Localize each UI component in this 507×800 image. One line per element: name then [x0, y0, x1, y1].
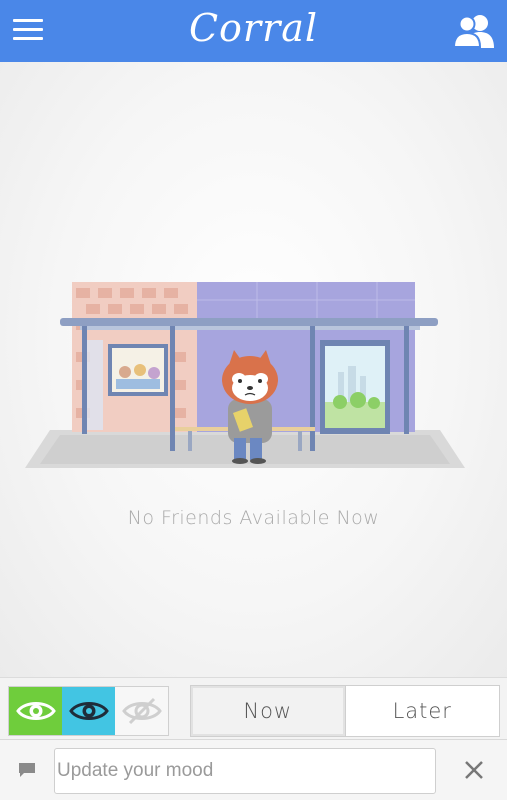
friends-icon[interactable] [453, 13, 495, 49]
filter-bar: Now Later [0, 677, 507, 739]
tab-later[interactable]: Later [346, 686, 500, 736]
friends-list-area: No Friends Available Now [0, 62, 507, 677]
visibility-filter-group [8, 686, 169, 736]
bus-stop-red-panda-illustration [25, 282, 465, 468]
eye-icon [68, 702, 109, 720]
app-logo: Corral [188, 6, 319, 50]
no-friends-message: No Friends Available Now [127, 507, 380, 529]
visibility-visible-blue-button[interactable] [62, 687, 115, 735]
chat-bubble-icon [19, 763, 35, 777]
visibility-visible-green-button[interactable] [9, 687, 62, 735]
visibility-hidden-button[interactable] [115, 687, 168, 735]
eye-off-icon [121, 697, 162, 725]
mood-input[interactable] [54, 748, 436, 794]
close-icon[interactable] [461, 757, 487, 783]
top-app-bar: Corral [0, 0, 507, 62]
mood-bar [0, 739, 507, 800]
time-filter-tabs: Now Later [190, 685, 500, 737]
eye-icon [15, 702, 56, 720]
tab-now[interactable]: Now [191, 686, 346, 736]
